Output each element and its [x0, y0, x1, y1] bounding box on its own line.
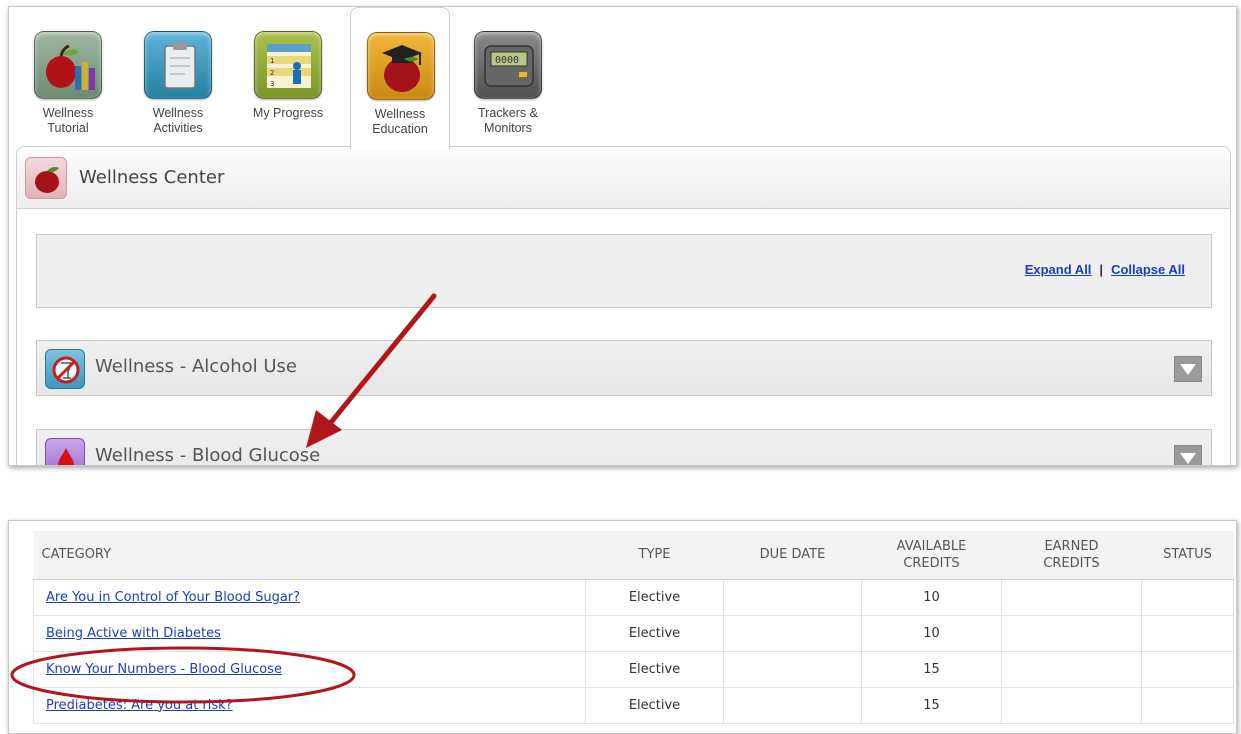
apple-graduation-cap-icon	[367, 32, 435, 100]
category-link[interactable]: Being Active with Diabetes	[46, 626, 221, 641]
svg-text:1: 1	[270, 57, 274, 65]
available-credits-cell: 15	[861, 650, 1002, 688]
svg-text:3: 3	[270, 80, 274, 88]
status-cell	[1141, 650, 1234, 688]
table-row: Are You in Control of Your Blood Sugar? …	[33, 578, 1234, 616]
category-cell: Know Your Numbers - Blood Glucose	[33, 650, 586, 688]
category-link[interactable]: Prediabetes: Are you at risk?	[46, 698, 233, 713]
header-earned-credits: EARNED CREDITS	[1001, 531, 1142, 580]
blood-drop-icon	[45, 438, 85, 465]
due-date-cell	[723, 686, 862, 724]
tab-label: Wellness Education	[372, 107, 428, 136]
tab-label: Wellness Tutorial	[42, 106, 94, 135]
progress-chart-icon: 1 2 3	[254, 31, 322, 99]
due-date-cell	[723, 578, 862, 616]
pedometer-icon: 0000	[474, 31, 542, 99]
header-status: STATUS	[1141, 531, 1234, 580]
apple-books-icon	[34, 31, 102, 99]
available-credits-cell: 10	[861, 578, 1002, 616]
collapse-all-link[interactable]: Collapse All	[1111, 262, 1185, 277]
table-row: Prediabetes: Are you at risk? Elective 1…	[33, 686, 1234, 724]
table-header-row: CATEGORY TYPE DUE DATE AVAILABLE CREDITS…	[33, 531, 1234, 580]
wellness-center-header: Wellness Center	[17, 147, 1230, 209]
expand-all-link[interactable]: Expand All	[1025, 262, 1092, 277]
section-title: Wellness - Blood Glucose	[95, 445, 321, 466]
chevron-down-icon[interactable]	[1174, 356, 1202, 382]
category-cell: Are You in Control of Your Blood Sugar?	[33, 578, 586, 616]
status-cell	[1141, 686, 1234, 724]
available-credits-cell: 15	[861, 686, 1002, 724]
wellness-panel: Wellness Tutorial Wellness Activities 1 …	[8, 6, 1237, 466]
status-cell	[1141, 578, 1234, 616]
page-title: Wellness Center	[79, 167, 225, 188]
category-table-panel: CATEGORY TYPE DUE DATE AVAILABLE CREDITS…	[8, 520, 1237, 734]
header-available-credits: AVAILABLE CREDITS	[861, 531, 1002, 580]
due-date-cell	[723, 650, 862, 688]
svg-text:0000: 0000	[495, 55, 519, 66]
type-cell: Elective	[585, 650, 724, 688]
tab-my-progress[interactable]: 1 2 3 My Progress	[238, 7, 338, 147]
category-link[interactable]: Are You in Control of Your Blood Sugar?	[46, 590, 300, 605]
no-alcohol-icon	[45, 349, 85, 389]
tab-label: My Progress	[252, 106, 324, 120]
earned-credits-cell	[1001, 578, 1142, 616]
category-link[interactable]: Know Your Numbers - Blood Glucose	[46, 662, 282, 677]
section-blood-glucose[interactable]: Wellness - Blood Glucose	[36, 429, 1212, 466]
category-cell: Being Active with Diabetes	[33, 614, 586, 652]
expand-collapse-links: Expand All | Collapse All	[1025, 262, 1185, 277]
type-cell: Elective	[585, 686, 724, 724]
separator: |	[1099, 262, 1104, 277]
type-cell: Elective	[585, 578, 724, 616]
table-row: Being Active with Diabetes Elective 10	[33, 614, 1234, 652]
category-table: CATEGORY TYPE DUE DATE AVAILABLE CREDITS…	[33, 531, 1234, 724]
type-cell: Elective	[585, 614, 724, 652]
header-due-date: DUE DATE	[723, 531, 862, 580]
tab-wellness-tutorial[interactable]: Wellness Tutorial	[18, 7, 118, 147]
available-credits-cell: 10	[861, 614, 1002, 652]
tab-wellness-education[interactable]: Wellness Education	[350, 7, 450, 149]
tab-label: Wellness Activities	[152, 106, 204, 135]
tab-trackers-monitors[interactable]: 0000 Trackers & Monitors	[458, 7, 558, 147]
due-date-cell	[723, 614, 862, 652]
category-cell: Prediabetes: Are you at risk?	[33, 686, 586, 724]
header-type: TYPE	[585, 531, 724, 580]
earned-credits-cell	[1001, 686, 1142, 724]
earned-credits-cell	[1001, 650, 1142, 688]
wellness-center-box: Wellness Center Expand All | Collapse All …	[16, 146, 1231, 466]
apple-icon	[25, 157, 67, 199]
clipboard-icon	[144, 31, 212, 99]
status-cell	[1141, 614, 1234, 652]
section-alcohol-use[interactable]: Wellness - Alcohol Use	[36, 340, 1212, 396]
tab-label: Trackers & Monitors	[478, 106, 538, 135]
earned-credits-cell	[1001, 614, 1142, 652]
header-category: CATEGORY	[33, 531, 586, 580]
section-title: Wellness - Alcohol Use	[95, 356, 297, 377]
chevron-down-icon[interactable]	[1174, 445, 1202, 465]
svg-text:2: 2	[270, 69, 274, 77]
tab-wellness-activities[interactable]: Wellness Activities	[128, 7, 228, 147]
table-row: Know Your Numbers - Blood Glucose Electi…	[33, 650, 1234, 688]
expand-collapse-bar: Expand All | Collapse All	[36, 234, 1212, 308]
